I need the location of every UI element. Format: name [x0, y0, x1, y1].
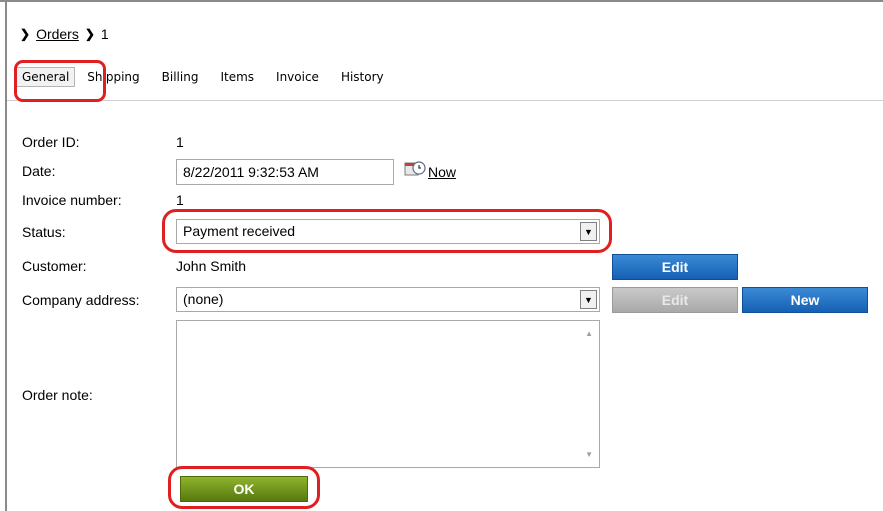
status-select[interactable]: Payment received ▼ — [176, 219, 600, 244]
customer-edit-button[interactable]: Edit — [612, 254, 738, 280]
order-note-label: Order note: — [22, 387, 93, 403]
ok-button[interactable]: OK — [180, 476, 308, 502]
breadcrumb-current: 1 — [100, 26, 109, 42]
order-id-value: 1 — [176, 134, 184, 150]
company-edit-button-disabled: Edit — [612, 287, 738, 313]
tab-shipping[interactable]: Shipping — [87, 70, 139, 87]
window-frame-left — [5, 0, 7, 511]
customer-label: Customer: — [22, 258, 87, 274]
company-new-button[interactable]: New — [742, 287, 868, 313]
now-link[interactable]: Now — [428, 164, 456, 180]
breadcrumb-separator-icon: ❯ — [84, 27, 95, 41]
tab-history[interactable]: History — [341, 70, 384, 87]
breadcrumb: ❯ Orders ❯ 1 — [20, 26, 109, 42]
chevron-down-icon[interactable]: ▼ — [580, 222, 597, 241]
date-label: Date: — [22, 163, 56, 179]
chevron-down-icon[interactable]: ▼ — [580, 290, 597, 309]
breadcrumb-orders-link[interactable]: Orders — [36, 26, 79, 42]
tab-bar: General Shipping Billing Items Invoice H… — [16, 67, 406, 87]
order-id-label: Order ID: — [22, 134, 80, 150]
scroll-up-icon[interactable]: ▲ — [585, 329, 593, 338]
tabs-divider — [7, 100, 883, 101]
breadcrumb-separator-icon: ❯ — [20, 27, 31, 41]
customer-value: John Smith — [176, 258, 247, 274]
order-note-textarea[interactable]: ▲ ▼ — [176, 320, 600, 468]
date-input[interactable]: 8/22/2011 9:32:53 AM — [176, 159, 394, 185]
status-label: Status: — [22, 224, 66, 240]
tab-invoice[interactable]: Invoice — [276, 70, 319, 87]
tab-items[interactable]: Items — [220, 70, 254, 87]
scroll-down-icon[interactable]: ▼ — [585, 450, 593, 459]
invoice-number-value: 1 — [176, 192, 184, 208]
tab-general[interactable]: General — [16, 67, 76, 87]
company-address-select[interactable]: (none) ▼ — [176, 287, 600, 312]
calendar-clock-icon[interactable] — [404, 160, 426, 180]
now-control: Now — [404, 154, 456, 180]
window-frame-top — [0, 0, 883, 2]
company-address-label: Company address: — [22, 292, 140, 308]
tab-billing[interactable]: Billing — [162, 70, 199, 87]
invoice-number-label: Invoice number: — [22, 192, 122, 208]
